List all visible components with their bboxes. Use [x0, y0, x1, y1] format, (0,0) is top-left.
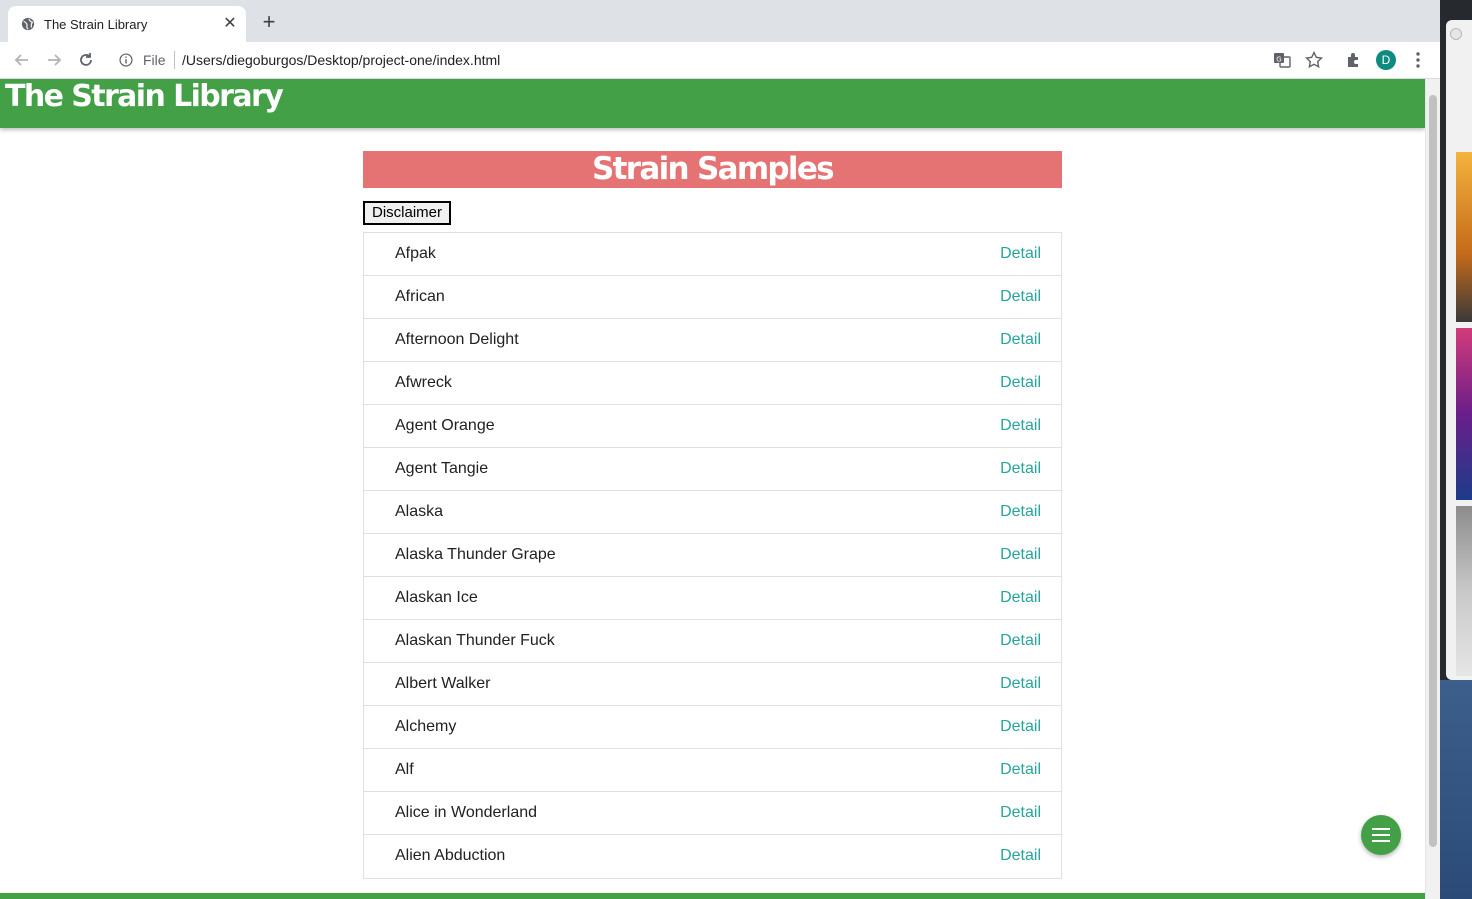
- list-item: Alaska Detail: [364, 491, 1061, 534]
- detail-link[interactable]: Detail: [1000, 804, 1041, 822]
- url-text[interactable]: /Users/diegoburgos/Desktop/project-one/i…: [182, 52, 500, 68]
- strain-name: Alchemy: [395, 718, 457, 735]
- window-control-icon: [1450, 28, 1462, 40]
- list-item: Afternoon Delight Detail: [364, 319, 1061, 362]
- detail-link[interactable]: Detail: [1000, 460, 1041, 478]
- strain-name: Alice in Wonderland: [395, 804, 538, 821]
- disclaimer-button[interactable]: Disclaimer: [363, 201, 452, 225]
- translate-icon[interactable]: G: [1270, 48, 1294, 72]
- list-item: Agent Tangie Detail: [364, 448, 1061, 491]
- strain-name: Alaskan Ice: [395, 589, 478, 606]
- globe-icon: [21, 17, 35, 31]
- browser-toolbar: File /Users/diegoburgos/Desktop/project-…: [0, 42, 1440, 79]
- strain-name: Albert Walker: [395, 675, 491, 692]
- list-item: Alaska Thunder Grape Detail: [364, 534, 1061, 577]
- desktop-background: [1440, 0, 1472, 899]
- new-tab-icon[interactable]: +: [258, 11, 280, 34]
- site-header: The Strain Library: [0, 79, 1425, 128]
- list-item: Afwreck Detail: [364, 362, 1061, 405]
- strain-name: Alien Abduction: [395, 847, 506, 864]
- omnibox-divider: [174, 51, 175, 69]
- detail-link[interactable]: Detail: [1000, 288, 1041, 306]
- list-item: African Detail: [364, 276, 1061, 319]
- detail-link[interactable]: Detail: [1000, 546, 1041, 564]
- browser-tab[interactable]: The Strain Library ✕: [8, 6, 246, 42]
- profile-avatar[interactable]: D: [1376, 50, 1396, 70]
- list-item: Albert Walker Detail: [364, 663, 1061, 706]
- strain-name: Alaska: [395, 503, 444, 520]
- bookmark-star-icon[interactable]: [1302, 48, 1326, 72]
- info-icon[interactable]: [119, 53, 133, 67]
- menu-icon: [1372, 828, 1390, 842]
- thumbnail-image: [1456, 506, 1472, 676]
- browser-menu-icon[interactable]: [1406, 48, 1430, 72]
- detail-link[interactable]: Detail: [1000, 245, 1041, 263]
- footer: [0, 893, 1425, 899]
- reload-icon[interactable]: [74, 48, 98, 72]
- detail-link[interactable]: Detail: [1000, 374, 1041, 392]
- wallpaper: [1440, 680, 1472, 899]
- strain-name: Agent Tangie: [395, 460, 489, 477]
- thumbnail-image: [1456, 328, 1472, 500]
- strain-list: Afpak Detail African Detail Afternoon Deligh…: [363, 232, 1062, 879]
- list-item: Afpak Detail: [364, 233, 1061, 276]
- svg-text:G: G: [1276, 56, 1281, 64]
- list-item: Alf Detail: [364, 749, 1061, 792]
- list-item: Alice in Wonderland Detail: [364, 792, 1061, 835]
- back-icon[interactable]: [10, 48, 34, 72]
- strain-name: Alaskan Thunder Fuck: [395, 632, 555, 649]
- detail-link[interactable]: Detail: [1000, 417, 1041, 435]
- strain-name: Afternoon Delight: [395, 331, 519, 348]
- scheme-label: File: [143, 52, 166, 68]
- list-item: Alaskan Ice Detail: [364, 577, 1061, 620]
- detail-link[interactable]: Detail: [1000, 761, 1041, 779]
- list-item: Alien Abduction Detail: [364, 835, 1061, 878]
- page-scrollbar[interactable]: [1425, 79, 1440, 899]
- tab-title: The Strain Library: [44, 17, 148, 32]
- strain-name: Agent Orange: [395, 417, 495, 434]
- site-title[interactable]: The Strain Library: [5, 79, 284, 114]
- forward-icon[interactable]: [42, 48, 66, 72]
- strain-name: Alaska Thunder Grape: [395, 546, 556, 563]
- section-title: Strain Samples: [592, 151, 835, 187]
- browser-tab-bar: The Strain Library ✕ +: [0, 0, 1440, 42]
- thumbnail-image: [1456, 152, 1472, 322]
- detail-link[interactable]: Detail: [1000, 331, 1041, 349]
- strain-name: Alf: [395, 761, 414, 778]
- floating-action-button[interactable]: [1361, 815, 1401, 855]
- detail-link[interactable]: Detail: [1000, 632, 1041, 650]
- scrollbar-thumb[interactable]: [1429, 95, 1437, 847]
- address-bar[interactable]: File /Users/diegoburgos/Desktop/project-…: [110, 45, 1306, 75]
- strain-name: African: [395, 288, 445, 305]
- page-viewport: The Strain Library Strain Samples Discla…: [0, 79, 1425, 899]
- list-item: Alchemy Detail: [364, 706, 1061, 749]
- list-item: Alaskan Thunder Fuck Detail: [364, 620, 1061, 663]
- strain-name: Afwreck: [395, 374, 452, 391]
- list-item: Agent Orange Detail: [364, 405, 1061, 448]
- detail-link[interactable]: Detail: [1000, 503, 1041, 521]
- detail-link[interactable]: Detail: [1000, 718, 1041, 736]
- detail-link[interactable]: Detail: [1000, 847, 1041, 865]
- section-banner: Strain Samples: [363, 151, 1062, 188]
- detail-link[interactable]: Detail: [1000, 675, 1041, 693]
- close-tab-icon[interactable]: ✕: [221, 15, 239, 33]
- strain-name: Afpak: [395, 245, 436, 262]
- detail-link[interactable]: Detail: [1000, 589, 1041, 607]
- extensions-icon[interactable]: [1342, 48, 1366, 72]
